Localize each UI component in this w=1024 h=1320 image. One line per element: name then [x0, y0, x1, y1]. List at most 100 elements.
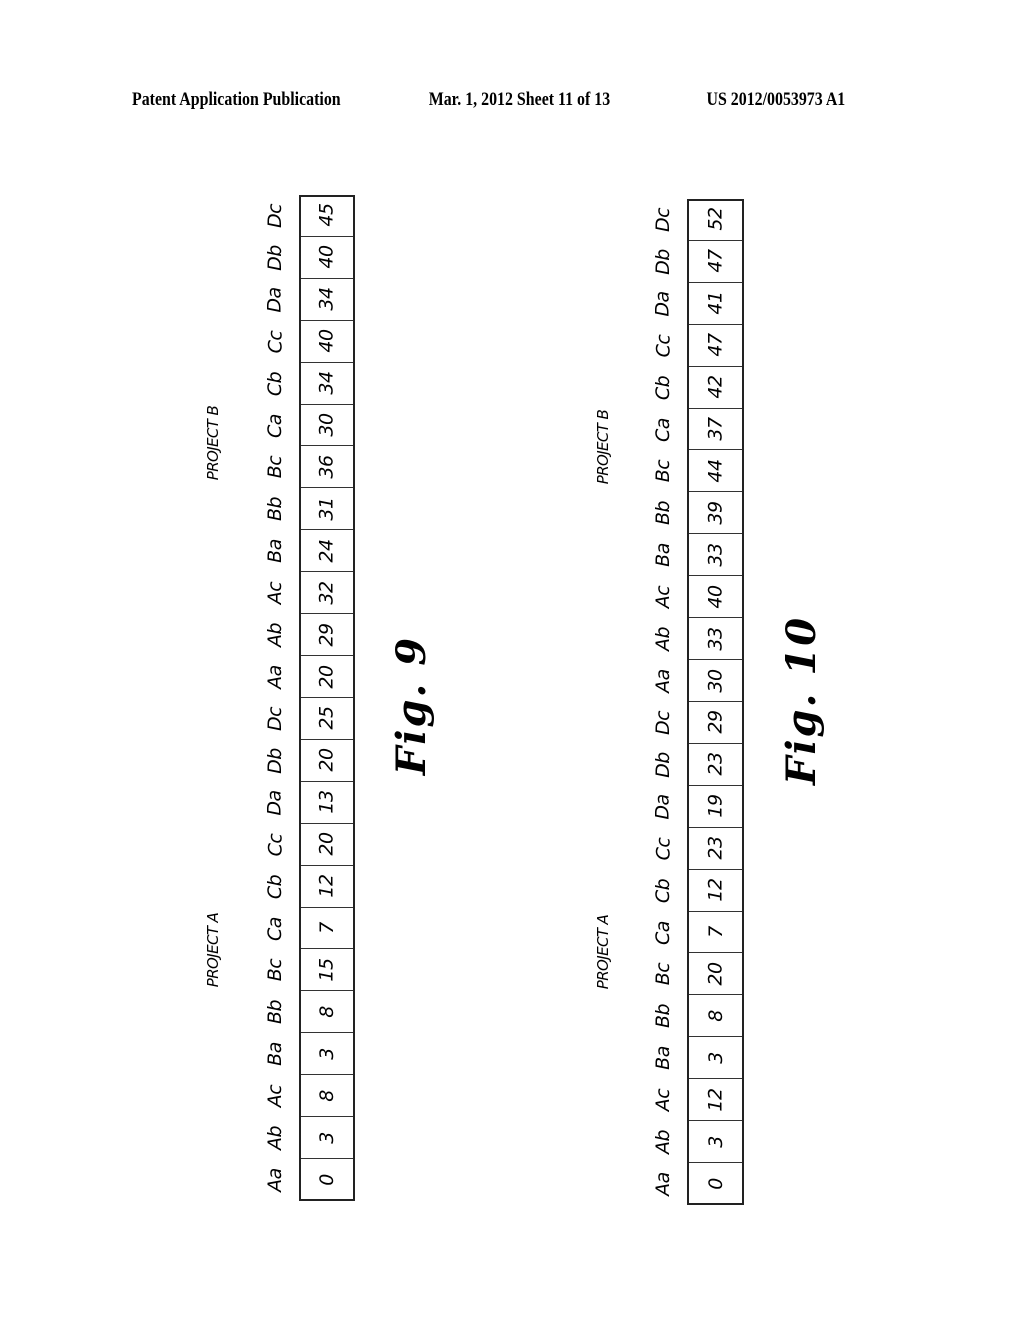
value-cell: 23 — [689, 828, 742, 870]
row-label: Db — [258, 237, 292, 279]
publication-date-sheet: Mar. 1, 2012 Sheet 11 of 13 — [428, 90, 611, 110]
row-label-text: Ba — [652, 543, 674, 568]
row-label: Cb — [258, 866, 292, 908]
row-label: Bb — [258, 991, 292, 1033]
value-cell: 3 — [301, 1117, 353, 1160]
row-label: Dc — [646, 199, 680, 241]
value-cell: 20 — [301, 824, 353, 866]
row-label: Ab — [258, 1117, 292, 1159]
value-cell-text: 45 — [316, 203, 338, 228]
value-cell: 40 — [301, 237, 353, 279]
value-cell: 12 — [689, 870, 742, 912]
row-label: Ca — [646, 409, 680, 451]
row-label-text: Bc — [651, 460, 674, 483]
value-cell-text: 12 — [704, 1088, 727, 1112]
row-label: Ab — [646, 1121, 680, 1163]
row-label-text: Bc — [263, 456, 286, 479]
row-label: Da — [646, 786, 680, 828]
value-cell: 0 — [301, 1159, 353, 1201]
row-label: Da — [258, 782, 292, 824]
value-cell: 32 — [301, 572, 353, 615]
row-label: Cb — [646, 367, 680, 409]
value-cell-text: 7 — [704, 926, 727, 938]
row-label-text: Cc — [652, 334, 674, 358]
row-label: Bc — [258, 950, 292, 992]
value-cell-text: 15 — [316, 958, 338, 982]
project-a-text: PROJECT A — [204, 912, 223, 988]
row-label-text: Db — [651, 752, 674, 778]
row-label-text: Aa — [651, 1172, 674, 1196]
value-cell-text: 40 — [316, 329, 338, 353]
row-label: Ba — [646, 534, 680, 576]
row-label-text: Cb — [651, 878, 674, 903]
value-cell-text: 0 — [316, 1174, 338, 1186]
row-label-text: Dc — [651, 207, 674, 232]
row-label: Ca — [646, 912, 680, 954]
publication-number: US 2012/0053973 A1 — [706, 90, 846, 110]
value-cell: 20 — [689, 954, 742, 996]
row-label: Db — [646, 744, 680, 786]
value-cell-text: 34 — [316, 371, 338, 395]
figure-caption-text: Fig. 9 — [388, 635, 436, 775]
row-label-text: Aa — [651, 669, 674, 693]
project-a-text: PROJECT A — [594, 914, 613, 990]
row-label-text: Dc — [651, 710, 674, 735]
row-label: Da — [646, 283, 680, 325]
row-label: Cc — [258, 321, 292, 363]
value-cell: 24 — [301, 530, 353, 573]
page-header: Patent Application Publication Mar. 1, 2… — [132, 90, 845, 114]
row-label-text: Ab — [652, 1130, 674, 1155]
value-cell: 34 — [301, 363, 353, 405]
row-label: Ac — [646, 576, 680, 618]
value-cell: 25 — [301, 698, 353, 740]
value-cell: 23 — [689, 744, 742, 786]
row-label: Bc — [646, 451, 680, 493]
value-cell-text: 3 — [316, 1131, 338, 1144]
row-label-text: Db — [263, 748, 286, 774]
row-label-text: Ca — [263, 413, 286, 438]
value-cell: 33 — [689, 618, 742, 661]
value-cell-text: 47 — [704, 249, 727, 273]
value-cell: 31 — [301, 488, 353, 531]
value-cell: 30 — [689, 660, 742, 702]
project-b-text: PROJECT B — [204, 405, 223, 481]
row-label: Dc — [258, 195, 292, 237]
value-cell-text: 30 — [704, 668, 727, 693]
value-cell-text: 8 — [316, 1089, 338, 1102]
value-cell-text: 7 — [316, 922, 338, 934]
row-label-text: Bc — [263, 959, 286, 982]
value-cell-text: 25 — [316, 706, 338, 731]
value-cell-text: 13 — [316, 790, 338, 814]
row-label: Bc — [258, 447, 292, 489]
value-cell: 33 — [689, 534, 742, 577]
row-label: Da — [258, 279, 292, 321]
project-b-text: PROJECT B — [594, 409, 613, 485]
value-cell-text: 3 — [704, 1135, 727, 1148]
value-cell: 0 — [689, 1163, 742, 1205]
value-cell-text: 47 — [704, 333, 727, 357]
row-label: Ca — [258, 908, 292, 950]
value-cell: 15 — [301, 950, 353, 992]
value-cell-text: 41 — [704, 291, 727, 315]
row-labels-column: Aa Ab Ac Ba Bb Bc Ca Cb Cc Da Db Dc Aa Ab Ac Ba Bb Bc Ca Cb… — [646, 199, 680, 1205]
row-label: Bc — [646, 954, 680, 996]
figure-caption-text: Fig. 10 — [778, 615, 826, 785]
value-cell: 7 — [301, 908, 353, 950]
row-label: Bb — [646, 492, 680, 534]
value-cell: 20 — [301, 656, 353, 698]
value-cell-text: 30 — [316, 413, 338, 437]
row-label: Ac — [258, 1075, 292, 1117]
value-cell-text: 12 — [704, 878, 727, 902]
row-label-text: Cc — [264, 833, 286, 857]
row-label: Ba — [258, 530, 292, 572]
row-label-text: Ac — [651, 585, 674, 609]
row-label-text: Ba — [264, 1042, 286, 1067]
value-cell: 8 — [301, 991, 353, 1034]
row-label: Cc — [646, 325, 680, 367]
row-label: Ac — [646, 1079, 680, 1121]
row-label: Ac — [258, 572, 292, 614]
value-cell-text: 44 — [704, 459, 727, 483]
row-label-text: Aa — [263, 1168, 286, 1192]
value-cell: 13 — [301, 782, 353, 824]
value-cell: 12 — [689, 1079, 742, 1122]
